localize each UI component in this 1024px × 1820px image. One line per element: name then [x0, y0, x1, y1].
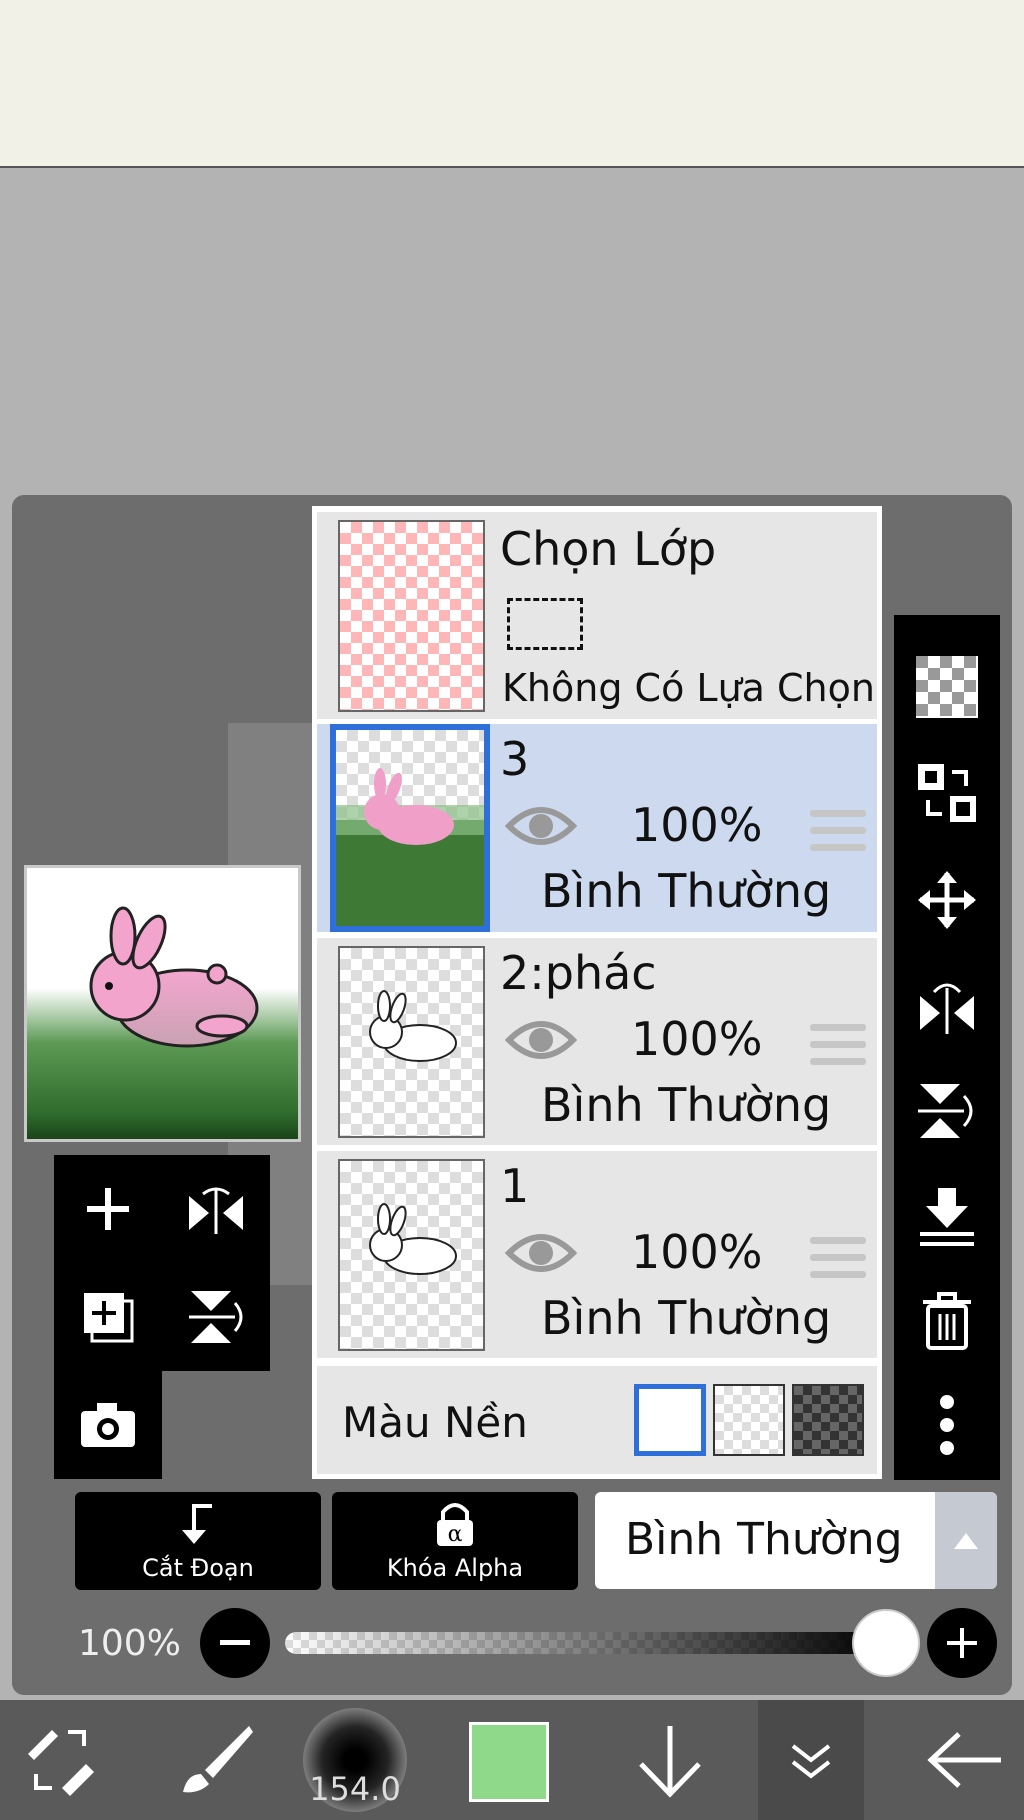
canvas-area[interactable]	[0, 170, 1024, 495]
flip-horizontal-icon	[920, 983, 974, 1034]
current-color-swatch[interactable]	[469, 1722, 549, 1802]
layer-opacity: 100%	[631, 798, 763, 852]
flip-vertical-icon	[189, 1291, 243, 1343]
layer-thumbnail	[338, 1159, 485, 1351]
collapse-icon	[791, 1744, 831, 1779]
blend-mode-select[interactable]: Bình Thường	[595, 1492, 997, 1589]
move-down-icon	[639, 1726, 701, 1798]
layer-row[interactable]: 2:phác 100% Bình Thường	[317, 938, 877, 1145]
background-color-row: Màu Nền	[317, 1366, 877, 1474]
dropdown-arrow[interactable]	[935, 1492, 997, 1589]
triangle-up-icon	[954, 1532, 978, 1549]
brush-size-button[interactable]: 154.0	[303, 1708, 407, 1812]
back-icon	[927, 1732, 1001, 1788]
layer-row[interactable]: 3 100% Bình Thường	[317, 724, 877, 932]
opacity-slider-track[interactable]	[285, 1632, 885, 1654]
bunny-thumbnail	[336, 768, 484, 926]
add-layer-icon	[87, 1188, 129, 1230]
layer-blend-mode: Bình Thường	[541, 864, 832, 918]
add-layer-button[interactable]	[54, 1155, 162, 1263]
canvas-preview[interactable]	[24, 865, 301, 1142]
bunny-illustration	[27, 906, 298, 1139]
marquee-icon	[507, 598, 583, 650]
delete-layer-button[interactable]	[894, 1271, 1000, 1371]
alpha-lock-label: Khóa Alpha	[386, 1554, 524, 1582]
more-icon	[940, 1395, 954, 1455]
visibility-eye-icon[interactable]	[505, 1229, 577, 1277]
import-photo-button[interactable]	[54, 1371, 162, 1479]
selection-layer-thumbnail	[338, 520, 485, 712]
lock-icon: α	[437, 1503, 473, 1547]
clipping-label: Cắt Đoạn	[142, 1554, 254, 1582]
transparency-icon	[916, 656, 978, 718]
merge-down-icon	[920, 1188, 974, 1246]
background-transparent-swatch[interactable]	[713, 1384, 785, 1456]
tool-swap-button[interactable]	[0, 1700, 120, 1820]
move-button[interactable]	[894, 850, 1000, 950]
drag-handle-icon[interactable]	[810, 1237, 866, 1288]
visibility-eye-icon[interactable]	[505, 802, 577, 850]
layer-name: 3	[500, 732, 530, 786]
top-bar	[0, 0, 1024, 168]
bunny-sketch-thumbnail	[369, 990, 457, 1062]
clipping-arrow-icon	[182, 1504, 212, 1544]
layer-blend-mode: Bình Thường	[541, 1291, 832, 1345]
camera-icon	[81, 1403, 135, 1447]
trash-icon	[923, 1292, 971, 1350]
duplicate-layer-button[interactable]	[54, 1263, 162, 1371]
flip-horizontal-left-button[interactable]	[162, 1155, 270, 1263]
layer-name: 1	[500, 1159, 530, 1213]
copy-move-icon	[918, 764, 976, 822]
layer-name: 2:phác	[500, 946, 657, 1000]
more-options-button[interactable]	[894, 1375, 1000, 1475]
decrease-opacity-button[interactable]	[200, 1608, 270, 1678]
flip-horizontal-icon	[189, 1187, 243, 1234]
brush-icon	[183, 1726, 253, 1793]
background-dark-swatch[interactable]	[792, 1384, 864, 1456]
plus-icon	[947, 1628, 977, 1658]
layer-row[interactable]: 1 100% Bình Thường	[317, 1151, 877, 1358]
duplicate-layer-icon	[84, 1293, 134, 1343]
swap-tool-icon	[28, 1730, 94, 1796]
layer-thumbnail	[330, 724, 490, 932]
bunny-sketch-thumbnail	[369, 1203, 457, 1275]
opacity-slider-knob[interactable]	[852, 1609, 920, 1677]
transparency-button[interactable]	[894, 637, 1000, 737]
layer-opacity: 100%	[631, 1225, 763, 1279]
background-color-label: Màu Nền	[342, 1398, 528, 1447]
svg-text:α: α	[448, 1522, 463, 1547]
back-button[interactable]	[910, 1700, 1020, 1820]
selection-layer-row[interactable]: Chọn Lớp Không Có Lựa Chọn	[317, 512, 877, 719]
collapse-panel-button[interactable]	[758, 1700, 864, 1820]
layer-thumbnail	[338, 946, 485, 1138]
move-layer-down-button[interactable]	[620, 1700, 720, 1820]
right-toolbar	[894, 615, 1000, 1480]
selection-layer-title: Chọn Lớp	[500, 522, 717, 576]
brush-tool-button[interactable]	[160, 1700, 270, 1820]
alpha-lock-button[interactable]: α Khóa Alpha	[332, 1492, 578, 1590]
selection-status: Không Có Lựa Chọn	[502, 666, 875, 710]
flip-vertical-icon	[918, 1084, 973, 1138]
layer-opacity: 100%	[631, 1012, 763, 1066]
flip-horizontal-button[interactable]	[894, 955, 1000, 1055]
blend-mode-value: Bình Thường	[625, 1514, 903, 1565]
flip-vertical-left-button[interactable]	[162, 1263, 270, 1371]
merge-down-button[interactable]	[894, 1167, 1000, 1267]
minus-icon	[220, 1640, 250, 1645]
visibility-eye-icon[interactable]	[505, 1016, 577, 1064]
increase-opacity-button[interactable]	[927, 1608, 997, 1678]
copy-move-button[interactable]	[894, 743, 1000, 843]
layer-blend-mode: Bình Thường	[541, 1078, 832, 1132]
layers-list: Chọn Lớp Không Có Lựa Chọn 3 100% Bình T…	[312, 506, 882, 1479]
clipping-button[interactable]: Cắt Đoạn	[75, 1492, 321, 1590]
drag-handle-icon[interactable]	[810, 1024, 866, 1075]
brush-size-value: 154.0	[309, 1770, 401, 1808]
background-white-swatch[interactable]	[634, 1384, 706, 1456]
drag-handle-icon[interactable]	[810, 810, 866, 861]
opacity-label: 100%	[78, 1623, 181, 1664]
move-icon	[918, 871, 976, 929]
flip-vertical-button[interactable]	[894, 1061, 1000, 1161]
